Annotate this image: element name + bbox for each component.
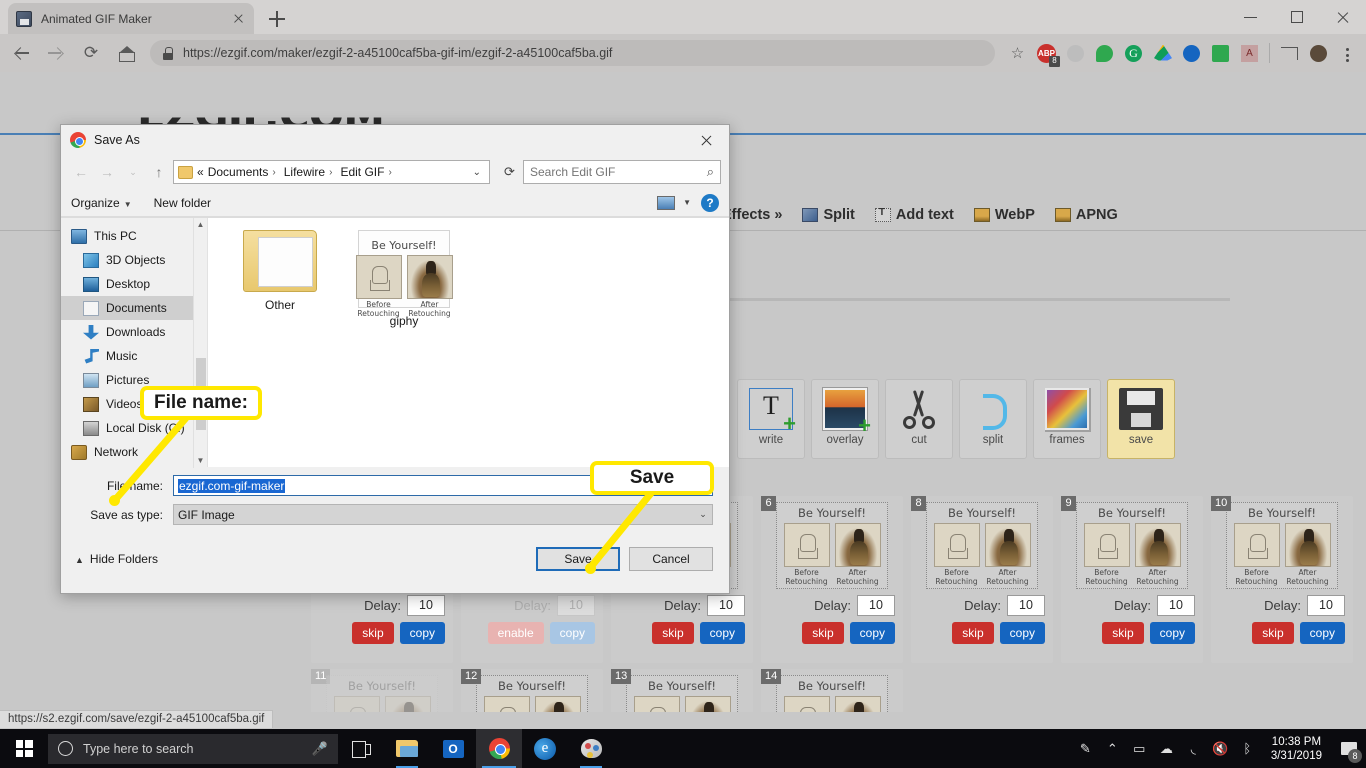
annotation-save-label: Save xyxy=(594,465,710,491)
annotation-dot-save xyxy=(585,563,596,574)
annotation-dot-file-name xyxy=(109,495,120,506)
annotation-save: Save xyxy=(590,461,714,495)
annotation-lines xyxy=(112,415,655,571)
annotation-file-name: File name: xyxy=(140,386,262,420)
annotation-file-name-label: File name: xyxy=(144,390,258,416)
